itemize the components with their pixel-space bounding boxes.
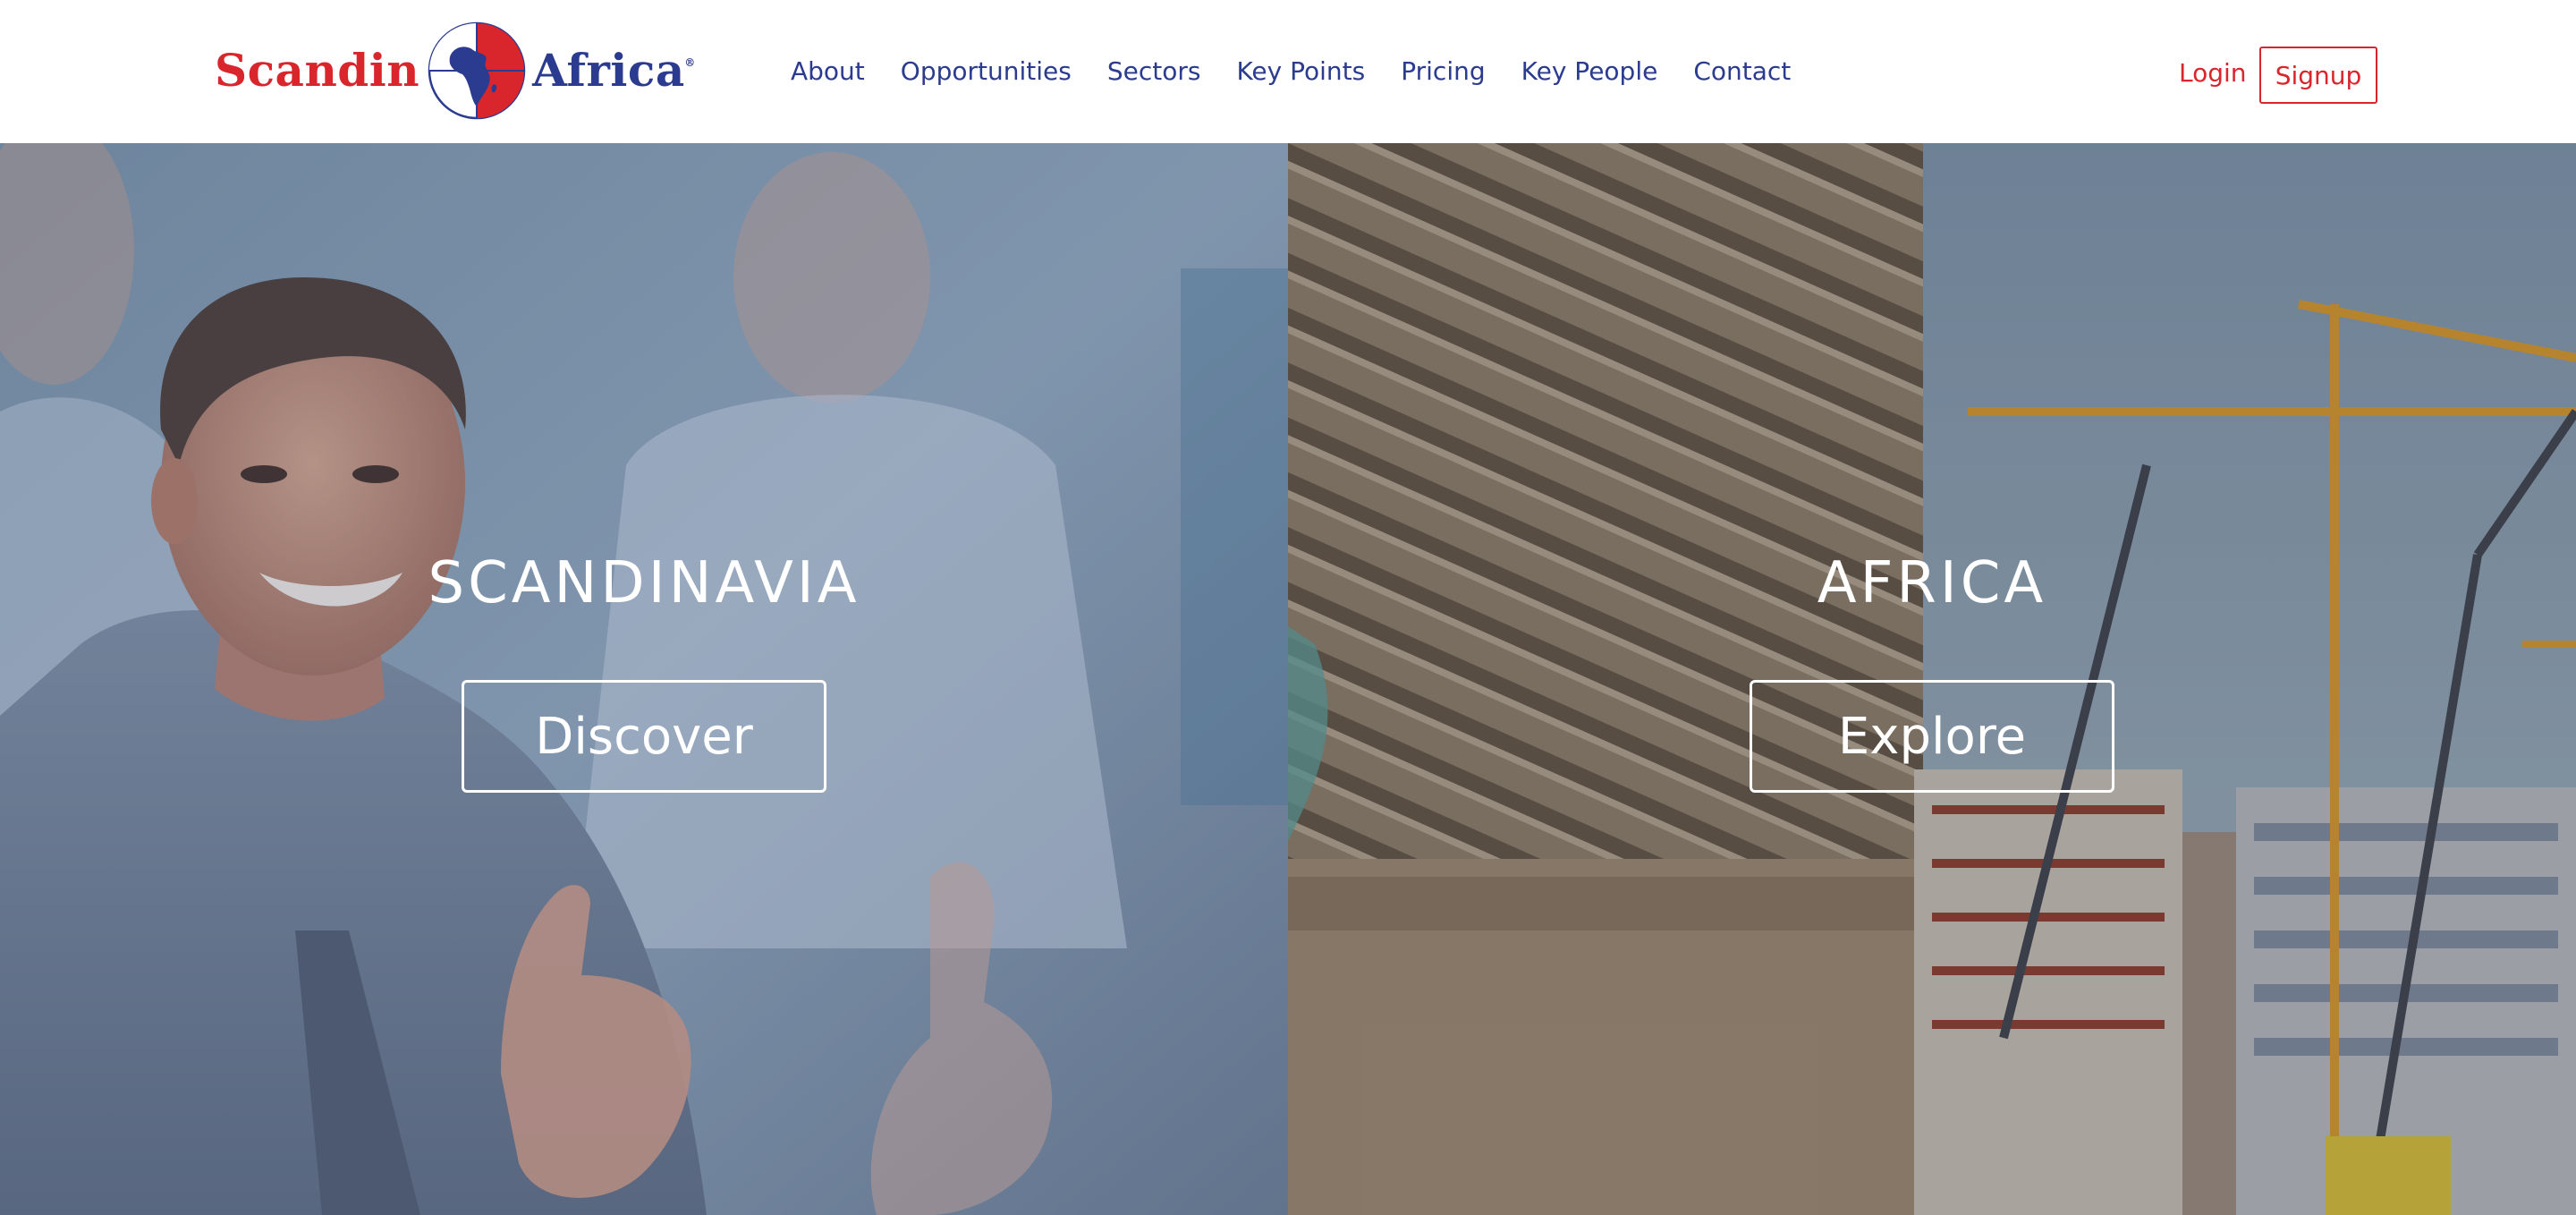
africa-globe-icon: [428, 21, 526, 120]
logo-text-africa: Africa: [532, 48, 695, 93]
brand-logo[interactable]: Scandin Africa: [215, 21, 695, 120]
scandinavia-panel: SCANDINAVIA Discover: [0, 143, 1288, 1215]
nav-about[interactable]: About: [791, 52, 865, 91]
discover-button[interactable]: Discover: [462, 680, 826, 793]
nav-sectors[interactable]: Sectors: [1107, 52, 1201, 91]
logo-text-scandin: Scandin: [215, 44, 420, 97]
scandinavia-title: SCANDINAVIA: [428, 550, 860, 616]
site-header: Scandin Africa About Opportunities Secto…: [0, 0, 2576, 143]
right-dark-overlay: [1288, 143, 2576, 1215]
nav-opportunities[interactable]: Opportunities: [901, 52, 1072, 91]
login-link[interactable]: Login: [2179, 55, 2247, 91]
africa-panel: AFRICA Explore: [1288, 143, 2576, 1215]
hero-section: SCANDINAVIA Discover AFRICA Explore: [0, 143, 2576, 1215]
left-dark-overlay: [0, 143, 1288, 1215]
main-nav: About Opportunities Sectors Key Points P…: [791, 52, 1791, 91]
signup-button[interactable]: Signup: [2259, 47, 2377, 104]
explore-button[interactable]: Explore: [1750, 680, 2114, 793]
nav-contact[interactable]: Contact: [1693, 52, 1791, 91]
africa-title: AFRICA: [1817, 550, 2047, 616]
nav-key-points[interactable]: Key Points: [1236, 52, 1365, 91]
nav-pricing[interactable]: Pricing: [1401, 52, 1485, 91]
nav-key-people[interactable]: Key People: [1521, 52, 1658, 91]
